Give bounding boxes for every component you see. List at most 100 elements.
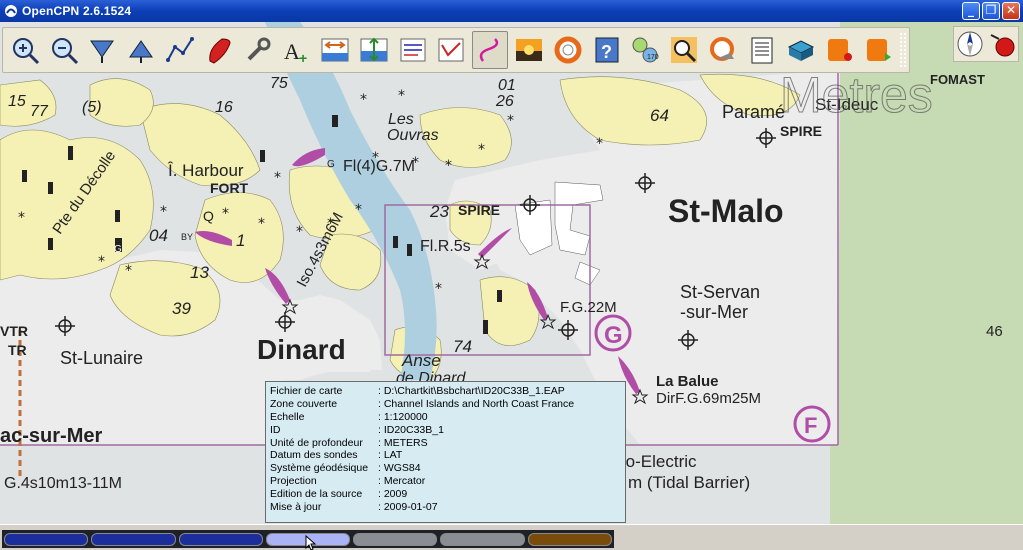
svg-text:*: * [222,206,229,222]
help-button[interactable]: ? [589,31,625,69]
svg-text:*: * [398,88,405,104]
svg-text:*: * [327,216,334,232]
zoom-in-button[interactable] [7,31,43,69]
info-value: : WGS84 [378,462,421,475]
status-bar [0,524,1023,550]
mob-button[interactable] [550,31,586,69]
compass-status [953,26,1019,62]
chart-piano-key[interactable] [178,532,263,546]
label-metres: Metres [780,67,933,123]
label-fomast: FOMAST [930,72,985,87]
chart-piano-key[interactable] [440,532,525,546]
svg-text:*: * [596,136,603,152]
label-st-lunaire: St-Lunaire [60,348,143,368]
svg-text:*: * [435,281,442,297]
svg-text:*: * [412,155,419,171]
depth-64: 64 [650,106,669,125]
text-button[interactable]: A + [278,31,314,69]
plugin-2-button[interactable] [821,31,857,69]
route-button[interactable] [162,31,198,69]
scale-up-button[interactable] [123,31,159,69]
depth-74: 74 [453,337,472,356]
plugin-3-button[interactable] [860,31,896,69]
color-scheme-icon [516,39,543,61]
svg-text:?: ? [601,42,612,62]
chart-piano-key[interactable] [91,532,176,546]
info-key: Zone couverte [270,397,338,410]
settings-icon [247,37,271,61]
current-button[interactable] [317,31,353,69]
label-la-balue: La Balue [656,373,719,390]
info-value: : 2009 [378,488,408,501]
depth-01: 01 [498,77,516,94]
depth-13: 13 [190,263,209,282]
text-icon: A + [284,39,307,65]
track-button[interactable] [472,31,509,69]
close-button[interactable]: ✕ [1002,2,1020,20]
depth-5: (5) [82,99,102,116]
tide-button[interactable] [356,31,392,69]
zoom-out-button[interactable] [46,31,82,69]
label-anse: Anse [401,351,441,370]
info-key: Projection [270,475,317,488]
label-by: BY [181,232,193,242]
svg-text:+: + [299,50,307,65]
label-spire-1: SPIRE [780,123,822,139]
depth-46: 46 [986,323,1003,340]
search-button[interactable] [666,31,702,69]
label-fl4: Fl(4)G.7M [343,158,415,175]
plugin-1-button[interactable] [783,31,819,69]
settings-button[interactable] [240,31,276,69]
maximize-button[interactable]: ❐ [982,2,1000,20]
chart-piano-key[interactable] [353,532,438,546]
label-parame: Paramé [722,102,785,122]
toolbar-grip[interactable] [899,32,907,68]
label-g: G [604,322,623,349]
minimize-button[interactable]: _ [962,2,980,20]
label-q: Q [203,208,214,224]
label-g-small-2: G [114,244,122,255]
info-key: Echelle [270,410,305,423]
ais-button[interactable]: 170 [628,31,664,69]
zoom-in-icon [12,38,39,65]
label-sur-mer: -sur-Mer [680,302,748,322]
main-toolbar: A +? 170 [2,27,910,73]
about-button[interactable] [705,31,741,69]
document-button[interactable] [744,31,780,69]
info-value: : 2009-01-07 [378,501,438,514]
depth-77: 77 [30,103,49,120]
label-tr: TR [8,342,27,358]
depth-39: 39 [172,299,191,318]
label-fg22m: F.G.22M [560,299,617,316]
label-st-servan: St-Servan [680,282,760,302]
route-manager-icon [438,38,464,62]
info-row: Fichier de carte: D:\Chartkit\Bsbchart\I… [270,385,621,398]
route-manager-button[interactable] [434,31,470,69]
info-row: ID: ID20C33B_1 [270,424,621,437]
title-bar[interactable]: OpenCPN 2.6.1524 _ ❐ ✕ [0,0,1023,22]
print-button[interactable] [395,31,431,69]
color-scheme-button[interactable] [511,31,547,69]
label-g-small: G [327,159,335,170]
info-row: Projection: Mercator [270,475,621,488]
info-row: Zone couverte: Channel Islands and North… [270,398,621,411]
scale-down-button[interactable] [85,31,121,69]
depth-1: 1 [236,231,245,250]
chart-piano-key[interactable] [527,532,612,546]
svg-text:*: * [125,263,132,279]
mouse-cursor [305,535,317,550]
label-ouvras: Ouvras [387,127,439,144]
gps-status-icon [990,34,1015,57]
depth-16: 16 [215,99,233,116]
follow-ship-button[interactable] [201,31,237,69]
help-icon: ? [595,37,619,63]
info-key: Datum des sondes [270,449,358,462]
scale-up-icon [129,40,154,63]
info-key: Edition de la source [270,488,363,501]
label-electric: ro-Electric [620,452,697,471]
zoom-out-icon [51,38,78,65]
svg-text:*: * [478,142,485,158]
chart-info-window: Fichier de carte: D:\Chartkit\Bsbchart\I… [265,381,626,523]
chart-piano-key[interactable] [4,532,89,546]
scale-down-icon [90,40,115,63]
